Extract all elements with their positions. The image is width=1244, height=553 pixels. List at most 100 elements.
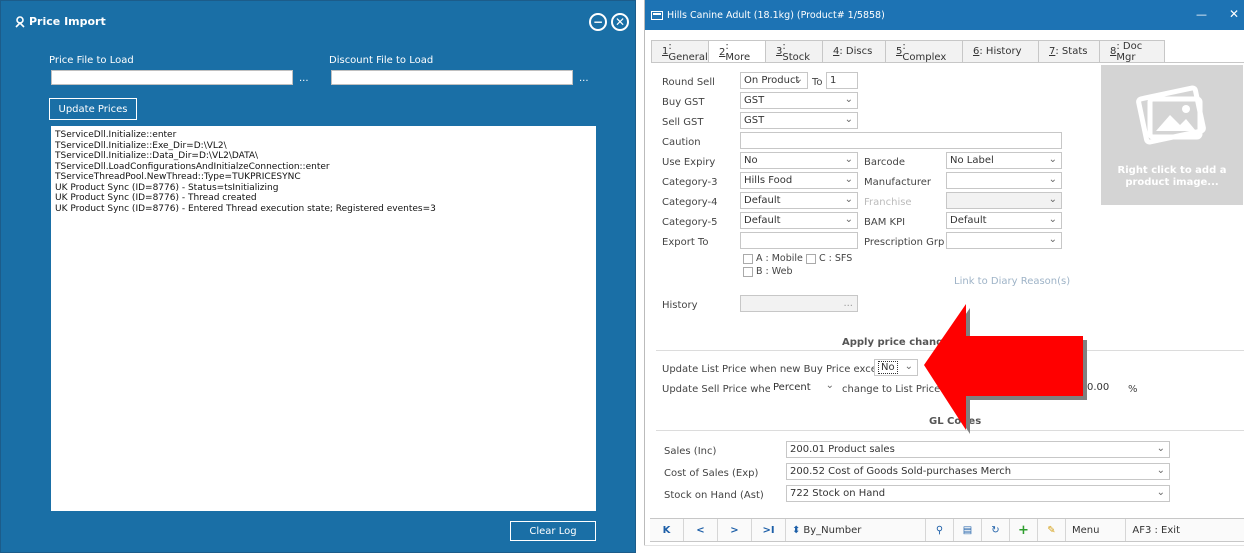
history-input[interactable]: ... [740, 295, 858, 312]
to-label: To [812, 77, 823, 88]
tab-stock[interactable]: 3: Stock [765, 40, 823, 63]
edit-button[interactable]: ✎ [1038, 519, 1066, 541]
manufacturer-select[interactable]: ⌄ [946, 172, 1062, 189]
product-image-placeholder[interactable]: Right click to add a product image... [1101, 65, 1243, 205]
update-sell-price-select[interactable]: Percent ⌄ [770, 379, 838, 396]
tab-general[interactable]: 1: General [651, 40, 709, 63]
tab-discs[interactable]: 4: Discs [822, 40, 886, 62]
export-c-label: C : SFS [819, 253, 853, 264]
change-to-list-price-label: change to List Price e [842, 384, 950, 395]
chevron-down-icon: ⌄ [844, 94, 853, 105]
price-file-input[interactable] [51, 70, 293, 85]
exit-button[interactable]: AF3 : Exit [1126, 519, 1184, 541]
log-line: TServiceDll.Initialize::Data_Dir=D:\VL2\… [55, 151, 259, 161]
plus-icon: + [1018, 522, 1029, 538]
minimize-icon[interactable]: — [1196, 8, 1207, 21]
discount-file-input[interactable] [331, 70, 573, 85]
buy-gst-label: Buy GST [662, 97, 705, 108]
image-placeholder-icon [1136, 85, 1206, 145]
refresh-icon: ↻ [991, 524, 1000, 536]
first-icon: K [662, 524, 671, 536]
log-line: UK Product Sync (ID=8776) - Status=tsIni… [55, 182, 279, 193]
minimize-icon[interactable]: − [589, 13, 607, 31]
franchise-select: ⌄ [946, 192, 1062, 209]
round-to-input[interactable]: 1 [826, 72, 858, 89]
category3-select[interactable]: Hills Food ⌄ [740, 172, 858, 189]
price-file-browse-button[interactable]: ... [299, 73, 309, 84]
tab-strip: 1: General 2: More 3: Stock 4: Discs 5: Comp… [651, 40, 1165, 63]
update-prices-button[interactable]: Update Prices [49, 98, 137, 120]
tab-more[interactable]: 2: More [708, 40, 766, 63]
prescription-grp-select[interactable]: ⌄ [946, 232, 1062, 249]
chevron-down-icon: ⌄ [1156, 465, 1165, 476]
use-expiry-select[interactable]: No ⌄ [740, 152, 858, 169]
chevron-down-icon: ⌄ [844, 154, 853, 165]
export-c-checkbox[interactable] [806, 254, 816, 264]
clear-log-button[interactable]: Clear Log [510, 521, 596, 541]
export-to-label: Export To [662, 237, 709, 248]
update-list-price-label: Update List Price when new Buy Price exc… [662, 364, 895, 375]
add-button[interactable]: + [1010, 519, 1038, 541]
caution-label: Caution [662, 137, 701, 148]
link-diary-reasons[interactable]: Link to Diary Reason(s) [954, 276, 1070, 287]
discount-file-browse-button[interactable]: ... [579, 73, 589, 84]
first-record-button[interactable]: K [650, 519, 684, 541]
app-logo-icon [15, 15, 25, 28]
cost-of-sales-gl-select[interactable]: 200.52 Cost of Goods Sold-purchases Merc… [786, 463, 1170, 480]
stock-on-hand-gl-select[interactable]: 722 Stock on Hand ⌄ [786, 485, 1170, 502]
status-strip [644, 545, 1244, 553]
window-app-icon [651, 11, 663, 20]
sales-gl-select[interactable]: 200.01 Product sales ⌄ [786, 441, 1170, 458]
export-b-checkbox[interactable] [743, 267, 753, 277]
price-import-title: Price Import [15, 15, 106, 28]
tab-history[interactable]: 6: History [962, 40, 1039, 62]
tab-complex[interactable]: 5: Complex [885, 40, 963, 63]
use-expiry-label: Use Expiry [662, 157, 716, 168]
export-b-label: B : Web [756, 266, 793, 277]
sell-gst-label: Sell GST [662, 117, 704, 128]
category4-select[interactable]: Default ⌄ [740, 192, 858, 209]
tab-docmgr[interactable]: 8: Doc Mgr [1099, 40, 1165, 63]
menu-button[interactable]: Menu [1066, 519, 1126, 541]
close-icon[interactable]: ✕ [1229, 7, 1239, 21]
chevron-down-icon: ⌄ [1156, 443, 1165, 454]
close-icon[interactable]: ✕ [611, 13, 629, 31]
update-sell-price-label: Update Sell Price when [662, 384, 778, 395]
prev-icon: < [696, 524, 705, 536]
update-list-price-select[interactable]: No ⌄ [874, 359, 918, 376]
round-sell-select[interactable]: On Product ⌄ [740, 72, 808, 89]
barcode-select[interactable]: No Label ⌄ [946, 152, 1062, 169]
sell-gst-select[interactable]: GST ⌄ [740, 112, 858, 129]
refresh-button[interactable]: ↻ [982, 519, 1010, 541]
tab-stats[interactable]: 7: Stats [1038, 40, 1100, 62]
gl-codes-header: GL Codes [929, 416, 982, 427]
last-record-button[interactable]: >I [752, 519, 786, 541]
chevron-down-icon: ⌄ [844, 174, 853, 185]
export-a-checkbox[interactable] [743, 254, 753, 264]
prev-record-button[interactable]: < [684, 519, 718, 541]
chevron-down-icon: ⌄ [1048, 194, 1057, 205]
bam-kpi-label: BAM KPI [864, 217, 906, 228]
log-line: TServiceDll.Initialize::Exe_Dir=D:\VL2\ [55, 140, 227, 151]
chevron-down-icon: ⌄ [1048, 174, 1057, 185]
cost-of-sales-label: Cost of Sales (Exp) [664, 468, 759, 479]
stock-on-hand-label: Stock on Hand (Ast) [664, 490, 764, 501]
bam-kpi-select[interactable]: Default ⌄ [946, 212, 1062, 229]
category3-label: Category-3 [662, 177, 718, 188]
export-to-input[interactable] [740, 232, 858, 249]
export-a-label: A : Mobile [756, 253, 803, 264]
product-title: Hills Canine Adult (18.1kg) (Product# 1/… [667, 9, 885, 21]
percent-input[interactable]: 0.00 [1084, 379, 1122, 396]
discount-file-label: Discount File to Load [329, 55, 434, 66]
log-line: TServiceDll.LoadConfigurationsAndInitial… [55, 161, 330, 172]
print-button[interactable]: ▤ [954, 519, 982, 541]
category5-select[interactable]: Default ⌄ [740, 212, 858, 229]
price-file-label: Price File to Load [49, 55, 134, 66]
sort-order-select[interactable]: ⬍ By_Number [786, 519, 926, 541]
search-button[interactable]: ⚲ [926, 519, 954, 541]
next-record-button[interactable]: > [718, 519, 752, 541]
buy-gst-select[interactable]: GST ⌄ [740, 92, 858, 109]
log-line: TServiceDll.Initialize::enter [55, 130, 177, 140]
log-textarea[interactable]: TServiceDll.Initialize::enter TServiceDll… [51, 126, 596, 511]
caution-input[interactable] [740, 132, 1062, 149]
